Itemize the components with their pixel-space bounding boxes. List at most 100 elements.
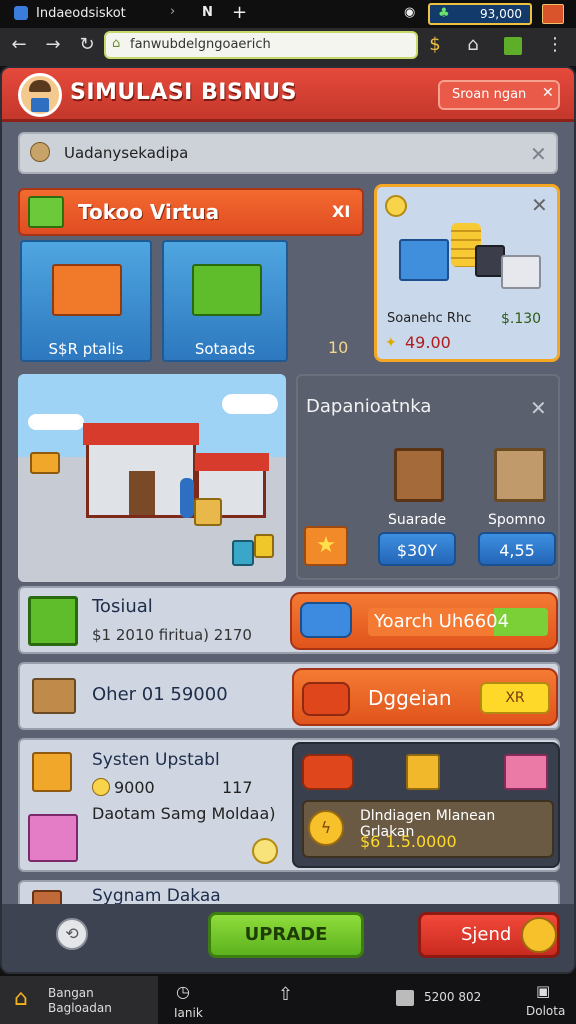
shop-header: Tokoo Virtua XI xyxy=(18,188,364,236)
avatar[interactable] xyxy=(18,73,62,117)
row-title: Sygnam Dakaa xyxy=(92,886,221,906)
upgrade-coins: 9000 xyxy=(114,778,155,797)
clock-icon: ◷ xyxy=(176,982,190,1001)
game-header: SIMULASI BISNUS Sroan ngan ✕ xyxy=(2,68,574,122)
nav-item-home[interactable]: ⌂ Bangan Bagloadan xyxy=(0,976,158,1024)
crate-icon xyxy=(494,448,546,502)
upgrade-card[interactable]: ϟ Dlndiagen Mlanean Grlakan $6 1.5.0000 xyxy=(292,742,560,868)
extension-icon[interactable] xyxy=(504,37,522,55)
battery-icon xyxy=(542,4,564,24)
tab-title[interactable]: Indaeodsiskot xyxy=(36,6,126,21)
department-item-label: Spomno xyxy=(488,512,546,528)
close-icon[interactable]: ✕ xyxy=(530,142,547,166)
shop-close-button[interactable]: XI xyxy=(332,202,350,221)
balance-badge: ♣ 93,000 xyxy=(428,3,532,25)
crate-icon xyxy=(52,264,122,316)
crate-icon xyxy=(32,678,76,714)
reload-icon[interactable]: ↻ xyxy=(74,28,100,62)
lock-icon: ⌂ xyxy=(112,36,121,51)
shop-title: Tokoo Virtua xyxy=(78,200,220,224)
close-icon[interactable]: ✕ xyxy=(531,193,548,217)
crate-icon xyxy=(406,754,440,790)
nav-item-time[interactable]: ◷ Ianik xyxy=(172,980,232,1020)
row-title: Tosiual xyxy=(92,596,153,617)
row-details: $1 2010 firitua) 2170 xyxy=(92,626,252,644)
crate-icon xyxy=(28,814,78,862)
close-icon[interactable]: ✕ xyxy=(542,85,554,101)
nav-item-delete[interactable]: ▣ Dolota xyxy=(524,980,570,1020)
balance-value: 93,000 xyxy=(480,7,522,21)
upgrade-subtitle: Daotam Samg Moldaa) xyxy=(92,804,276,823)
bottom-nav: ⌂ Bangan Bagloadan ◷ Ianik ⇧ 5200 802 ▣ … xyxy=(0,976,576,1024)
coin-icon[interactable]: $ xyxy=(422,28,448,62)
store-roof xyxy=(195,453,269,471)
spend-button[interactable]: Sjend xyxy=(418,912,560,958)
department-buy-button[interactable]: 4,55 xyxy=(478,532,556,566)
product-card[interactable]: ✕ Soanehc Rhc $.130 ✦ 49.00 xyxy=(374,184,560,362)
new-tab-icon[interactable]: + xyxy=(232,2,247,23)
hair-icon xyxy=(29,80,51,92)
upgrade-row: Systen Upstabl 9000 117 Daotam Samg Mold… xyxy=(18,738,560,872)
upgrade-count: 117 xyxy=(222,778,253,797)
shop-count: 10 xyxy=(328,338,349,357)
menu-icon[interactable]: ⋮ xyxy=(542,28,568,62)
spend-label: Sjend xyxy=(461,924,512,945)
box-icon[interactable] xyxy=(396,990,414,1006)
delivery-button[interactable]: Yoarch Uh6604 xyxy=(290,592,558,650)
upgrade-button[interactable]: UPRADE xyxy=(208,912,364,958)
department-item-label: Suarade xyxy=(388,512,447,528)
store-roof xyxy=(83,423,199,445)
notice-icon xyxy=(30,142,50,162)
product-total: 49.00 xyxy=(405,333,451,352)
back-icon[interactable]: ← xyxy=(6,28,32,62)
upgrade-offer-value: $6 1.5.0000 xyxy=(360,832,457,851)
crate-icon xyxy=(399,239,449,281)
upgrade-title: Systen Upstabl xyxy=(92,750,220,770)
product-name: Soanehc Rhc xyxy=(387,311,472,326)
star-icon[interactable]: ★ xyxy=(304,526,348,566)
crate-icon xyxy=(192,264,262,316)
crate-icon xyxy=(28,596,78,646)
shield-icon: ◉ xyxy=(404,5,416,20)
lightning-icon: ϟ xyxy=(308,810,344,846)
game-window: SIMULASI BISNUS Sroan ngan ✕ Uadanysekad… xyxy=(0,66,576,974)
settings-icon[interactable]: ⟲ xyxy=(56,918,88,950)
home-icon: ⌂ xyxy=(14,986,28,1011)
product-price: $.130 xyxy=(501,311,542,327)
shop-box-icon xyxy=(28,196,64,228)
crate-icon xyxy=(30,452,60,474)
chevron-right-icon: › xyxy=(170,4,176,19)
forward-icon[interactable]: → xyxy=(40,28,66,62)
delivery-badge[interactable]: XR xyxy=(480,682,550,714)
header-button[interactable]: Sroan ngan ✕ xyxy=(438,80,560,110)
store-door xyxy=(129,471,155,515)
upgrade-offer: ϟ Dlndiagen Mlanean Grlakan $6 1.5.0000 xyxy=(302,800,554,858)
tab-switch-icon[interactable]: N xyxy=(202,5,213,20)
department-buy-button[interactable]: $30Y xyxy=(378,532,456,566)
coin-icon[interactable] xyxy=(252,838,278,864)
nav-item-label: Bangan Bagloadan xyxy=(48,986,112,1015)
printer-icon xyxy=(501,255,541,289)
truck-icon xyxy=(302,682,350,716)
coin-icon xyxy=(385,195,407,217)
shop-tile[interactable]: Sotaads xyxy=(162,240,288,362)
app-icon xyxy=(14,6,28,20)
shopkeeper-icon xyxy=(180,478,194,518)
delivery-button[interactable]: Dggeian XR xyxy=(292,668,558,726)
home-icon[interactable]: ⌂ xyxy=(460,28,486,62)
delivery-progress: Yoarch Uh6604 xyxy=(368,608,548,636)
crate-icon xyxy=(32,752,72,792)
nav-item-label: Dolota xyxy=(526,1004,566,1018)
header-button-label: Sroan ngan xyxy=(452,87,527,102)
store-scene[interactable] xyxy=(18,374,286,582)
upload-icon[interactable]: ⇧ xyxy=(278,984,293,1005)
close-icon[interactable]: ✕ xyxy=(530,396,547,420)
shop-tile[interactable]: S$R ptalis xyxy=(20,240,152,362)
business-row: Oher 01 59000 Dggeian XR xyxy=(18,662,560,730)
url-field[interactable]: ⌂ fanwubdelgngoaerich xyxy=(104,31,418,59)
crate-icon xyxy=(254,534,274,558)
truck-icon xyxy=(302,754,354,790)
cloud-icon xyxy=(28,414,84,430)
game-title: SIMULASI BISNUS xyxy=(70,80,297,105)
notice-text: Uadanysekadipa xyxy=(64,144,189,162)
